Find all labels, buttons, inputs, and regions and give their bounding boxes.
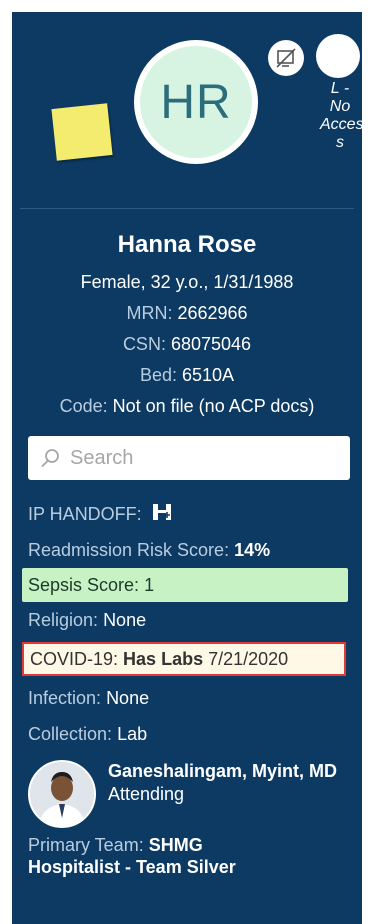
- ip-handoff-row[interactable]: IP HANDOFF:: [12, 496, 362, 532]
- collection-value: Lab: [117, 724, 148, 744]
- attending-info: Ganeshalingam, Myint, MD Attending: [108, 760, 337, 828]
- bed-line: Bed: 6510A: [12, 360, 362, 391]
- mrn-label: MRN:: [126, 303, 173, 323]
- search-input[interactable]: [68, 445, 312, 471]
- attending-role: Attending: [108, 784, 185, 804]
- patient-initials: HR: [160, 75, 232, 129]
- code-value: Not on file (no ACP docs): [112, 396, 315, 416]
- ip-handoff-label: IP HANDOFF:: [28, 504, 142, 524]
- patient-sidebar: HR L - No Acces s Hanna Rose Female, 32 …: [12, 12, 364, 924]
- primary-team-line1: Primary Team: SHMG: [28, 834, 362, 856]
- infection-row[interactable]: Infection: None: [12, 680, 362, 716]
- religion-value: None: [103, 610, 147, 630]
- bed-value: 6510A: [181, 365, 235, 385]
- primary-team-value-2: Hospitalist - Team Silver: [28, 857, 236, 877]
- sticky-note-icon[interactable]: [51, 103, 113, 161]
- readmission-value: 14%: [234, 540, 271, 560]
- search-box[interactable]: [28, 436, 350, 480]
- collection-label: Collection:: [28, 724, 113, 744]
- code-line[interactable]: Code: Not on file (no ACP docs): [12, 391, 362, 422]
- patient-demographics: Female, 32 y.o., 1/31/1988: [80, 272, 294, 292]
- bed-label: Bed:: [139, 365, 177, 385]
- acp-status-text: L - No Acces s: [320, 80, 364, 151]
- attending-provider[interactable]: Ganeshalingam, Myint, MD Attending: [28, 760, 362, 828]
- infection-label: Infection:: [28, 688, 102, 708]
- provider-avatar[interactable]: [28, 760, 96, 828]
- primary-team-value-1: SHMG: [148, 835, 203, 855]
- csn-value: 68075046: [170, 334, 252, 354]
- covid-status-row[interactable]: COVID-19: Has Labs 7/21/2020: [22, 642, 346, 676]
- code-label: Code:: [59, 396, 108, 416]
- patient-info: Hanna Rose Female, 32 y.o., 1/31/1988 MR…: [12, 231, 362, 422]
- sepsis-value: 1: [144, 575, 155, 595]
- patient-attributes: IP HANDOFF: Readmission Risk Score: 14% …: [12, 496, 362, 752]
- search-icon: [41, 449, 59, 468]
- primary-team-label: Primary Team:: [28, 835, 144, 855]
- collection-row[interactable]: Collection: Lab: [12, 716, 362, 752]
- covid-label: COVID-19:: [30, 649, 119, 669]
- csn-label: CSN:: [122, 334, 166, 354]
- mrn-value: 2662966: [177, 303, 248, 323]
- sepsis-score-row[interactable]: Sepsis Score: 1: [22, 568, 348, 602]
- patient-name[interactable]: Hanna Rose: [12, 231, 362, 259]
- primary-team[interactable]: Primary Team: SHMG Hospitalist - Team Si…: [12, 834, 362, 878]
- acp-status-circle[interactable]: [316, 34, 360, 78]
- handoff-icon[interactable]: [151, 499, 173, 535]
- patient-header: HR L - No Acces s: [20, 12, 364, 209]
- religion-row: Religion: None: [12, 602, 362, 638]
- infection-value: None: [106, 688, 150, 708]
- readmission-label: Readmission Risk Score:: [28, 540, 230, 560]
- patient-avatar[interactable]: HR: [134, 40, 258, 164]
- religion-label: Religion:: [28, 610, 99, 630]
- attending-name[interactable]: Ganeshalingam, Myint, MD: [108, 760, 337, 782]
- media-disabled-icon[interactable]: [268, 40, 304, 76]
- sepsis-label: Sepsis Score:: [28, 575, 140, 595]
- readmission-risk-row[interactable]: Readmission Risk Score: 14%: [12, 532, 362, 568]
- csn-line: CSN: 68075046: [12, 329, 362, 360]
- covid-value: Has Labs: [123, 649, 204, 669]
- covid-date: 7/21/2020: [208, 649, 289, 669]
- mrn-line: MRN: 2662966: [12, 298, 362, 329]
